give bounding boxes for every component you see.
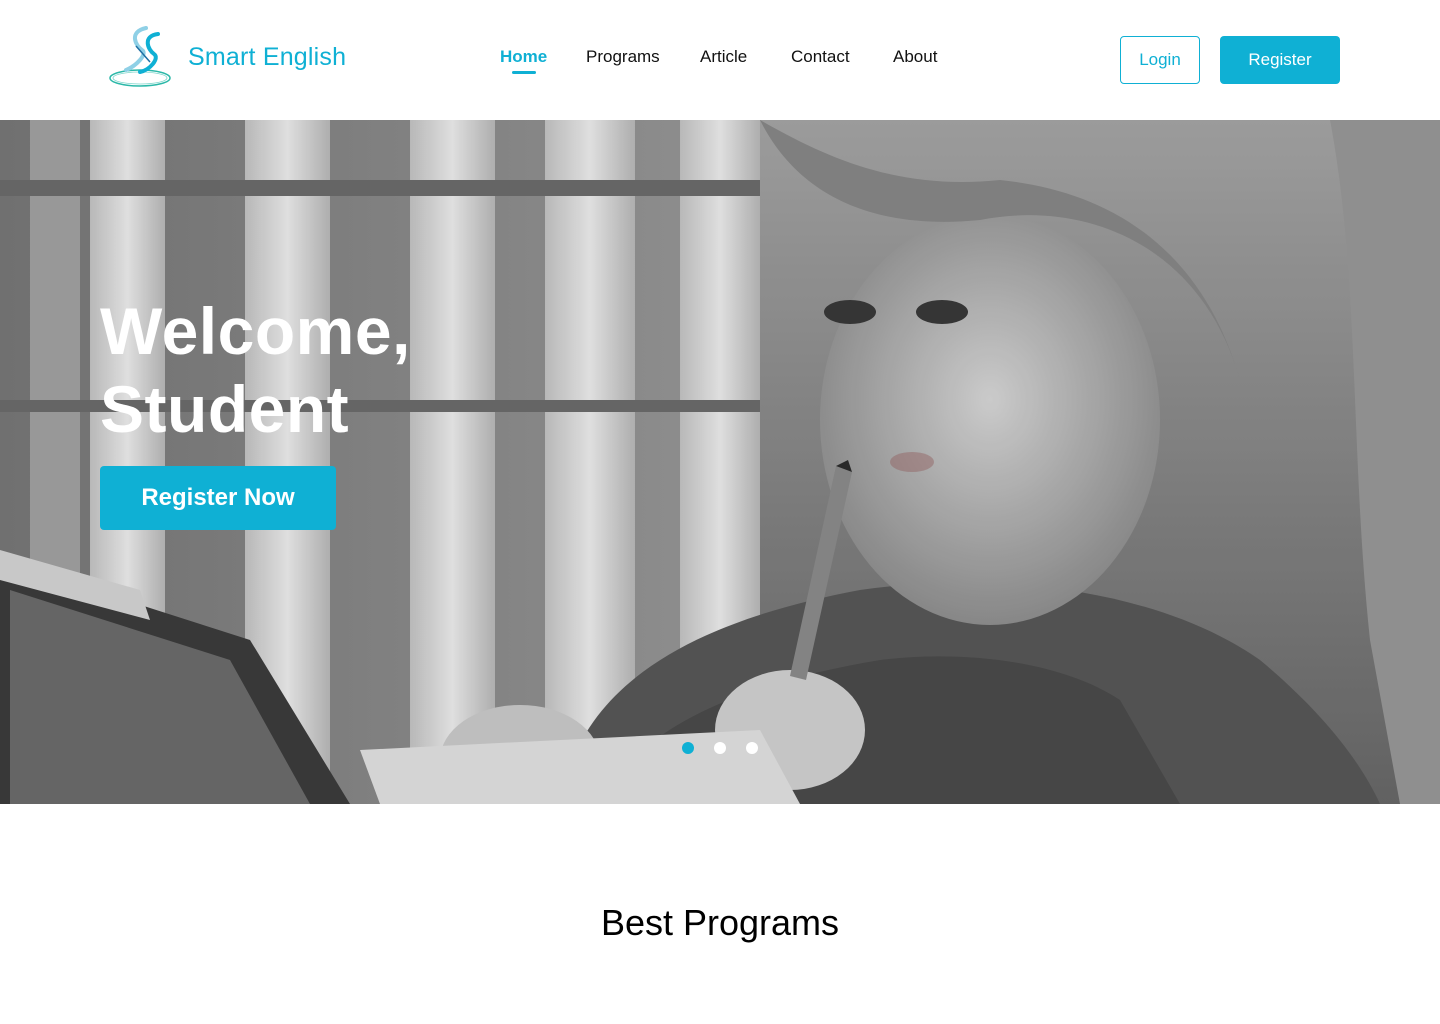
hero-title-line-1: Welcome, [100, 294, 411, 368]
nav-item-contact[interactable]: Contact [791, 47, 850, 67]
register-now-button[interactable]: Register Now [100, 466, 336, 530]
brand[interactable]: Smart English [106, 22, 346, 92]
nav-item-home[interactable]: Home [500, 47, 548, 74]
nav-item-programs[interactable]: Programs [586, 47, 660, 67]
smart-english-logo-icon [109, 26, 171, 87]
brand-name: Smart English [188, 42, 347, 71]
carousel-indicators [682, 742, 758, 754]
carousel-dot-2[interactable] [714, 742, 726, 754]
nav-item-label: Programs [586, 47, 660, 66]
nav-item-label: Article [700, 47, 748, 66]
login-button[interactable]: Login [1120, 36, 1200, 84]
nav-item-label: Contact [791, 47, 850, 66]
best-programs-heading: Best Programs [600, 902, 840, 943]
hero-banner: Welcome, Student Register Now [0, 120, 1440, 804]
site-header: Smart English Home Programs Article Cont… [0, 0, 1440, 120]
carousel-dot-1[interactable] [682, 742, 694, 754]
carousel-dot-3[interactable] [746, 742, 758, 754]
register-button[interactable]: Register [1220, 36, 1340, 84]
nav-item-article[interactable]: Article [700, 47, 747, 67]
nav-item-label: Home [500, 47, 548, 66]
nav-active-indicator [512, 71, 536, 74]
hero-title-line-2: Student [100, 372, 350, 446]
hero-title: Welcome, Student [100, 292, 411, 448]
nav-item-about[interactable]: About [893, 47, 937, 67]
hero-photo [0, 120, 1440, 804]
nav-item-label: About [893, 47, 938, 66]
